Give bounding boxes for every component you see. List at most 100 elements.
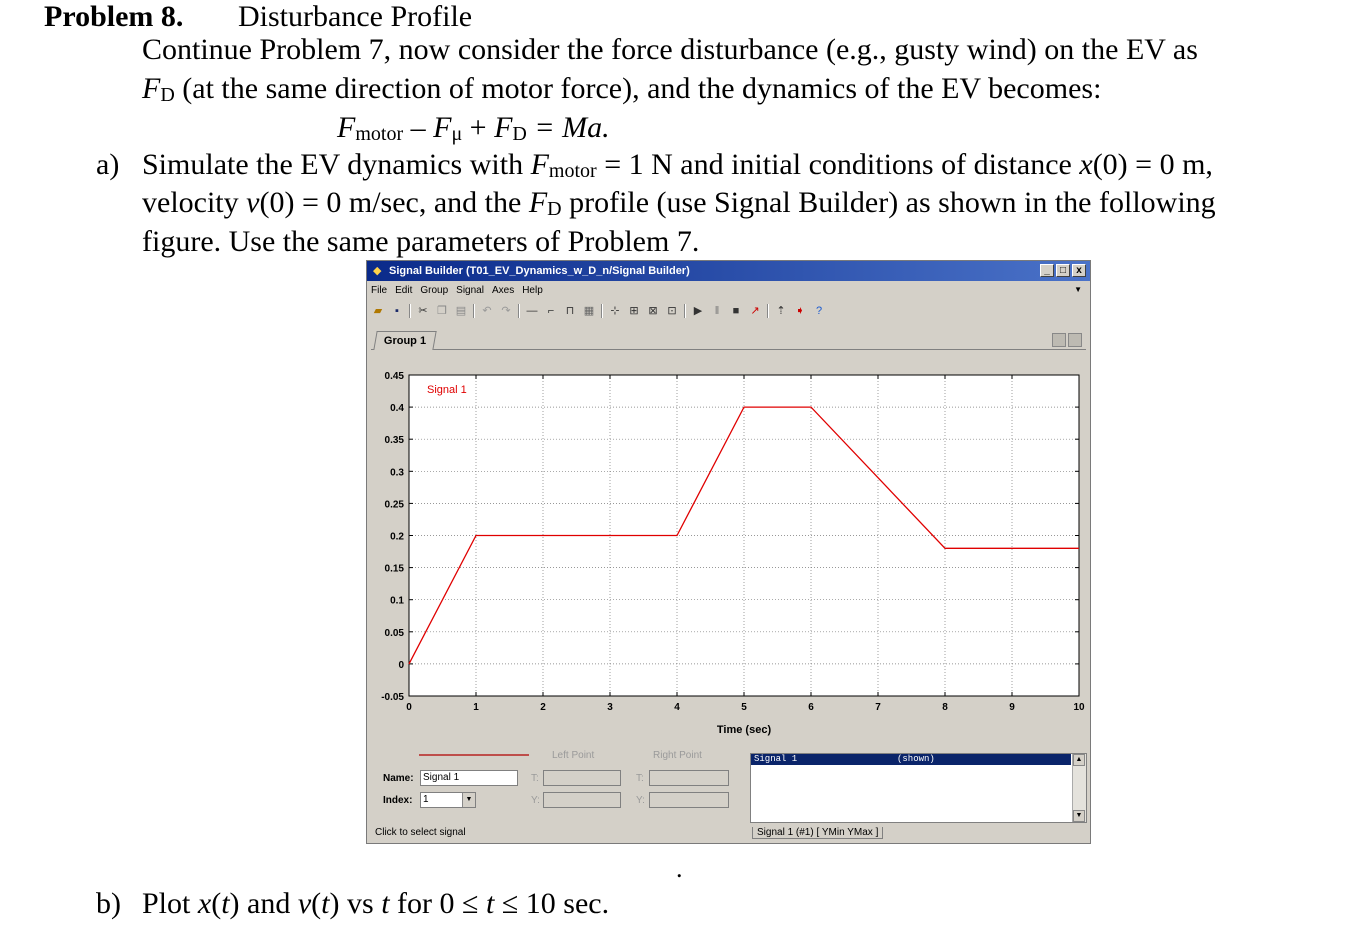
- toolbar: ▰ ▪ ✂ ❐ ▤ ↶ ↷ — ⌐ ⊓ ▦ ⊹ ⊞ ⊠ ⊡ ▶ ‖ ■ ↗ ⇡ …: [371, 301, 826, 321]
- pb-x: x: [197, 887, 212, 920]
- signal-builder-icon: ◆: [373, 265, 382, 277]
- menu-help[interactable]: Help: [522, 283, 543, 299]
- pulse-icon[interactable]: ⊓: [563, 304, 577, 318]
- pa2-fd-sub: D: [547, 198, 562, 220]
- fd-symbol: F: [142, 72, 161, 105]
- pa1-mid: = 1 N and initial conditions of distance: [596, 148, 1080, 181]
- x-tick-label: 4: [674, 702, 680, 713]
- signal-copy-icon[interactable]: ⊞: [627, 304, 641, 318]
- signal-list[interactable]: Signal 1 (shown) ▲ ▼: [750, 753, 1087, 823]
- tab-scroll-controls[interactable]: [1052, 333, 1082, 347]
- scope-icon[interactable]: ↗: [748, 304, 762, 318]
- signal-list-scrollbar[interactable]: ▲ ▼: [1072, 754, 1086, 822]
- constant-icon[interactable]: —: [525, 304, 539, 318]
- signal-add-icon[interactable]: ⊹: [608, 304, 622, 318]
- left-point-y-field[interactable]: [543, 792, 621, 808]
- export-icon[interactable]: ➧: [793, 304, 807, 318]
- eq-fd-sub: D: [512, 123, 527, 145]
- part-b-label: b): [96, 887, 121, 920]
- signal-list-item[interactable]: Signal 1 (shown): [751, 754, 1071, 765]
- right-point-label: Right Point: [653, 750, 702, 761]
- x-tick-label: 5: [741, 702, 747, 713]
- play-icon[interactable]: ▶: [691, 304, 705, 318]
- pa2-v: velocity: [142, 186, 247, 219]
- undo-icon[interactable]: ↶: [480, 304, 494, 318]
- paste-icon[interactable]: ▤: [454, 304, 468, 318]
- left-point-t-field[interactable]: [543, 770, 621, 786]
- signal-builder-window: ◆ Signal Builder (T01_EV_Dynamics_w_D_n/…: [366, 260, 1091, 844]
- tab-group-1-label: Group 1: [383, 335, 427, 347]
- menu-overflow-icon[interactable]: ▼: [1074, 285, 1082, 294]
- pause-icon[interactable]: ‖: [710, 304, 724, 318]
- tab-scroll-left[interactable]: [1052, 333, 1066, 347]
- pb-t3: t: [381, 887, 390, 920]
- menu-axes[interactable]: Axes: [492, 283, 514, 299]
- close-button[interactable]: x: [1072, 264, 1086, 277]
- window-title: Signal Builder (T01_EV_Dynamics_w_D_n/Si…: [389, 265, 690, 277]
- y-tick-label: 0.2: [390, 532, 404, 543]
- redo-icon[interactable]: ↷: [499, 304, 513, 318]
- title-bar[interactable]: ◆ Signal Builder (T01_EV_Dynamics_w_D_n/…: [367, 261, 1090, 281]
- pa1-x: x: [1079, 148, 1093, 181]
- intro-line-2: FD (at the same direction of motor force…: [142, 72, 1101, 112]
- menu-file[interactable]: File: [371, 283, 387, 299]
- status-hint: Click to select signal: [375, 827, 466, 838]
- signal-del-icon[interactable]: ⊠: [646, 304, 660, 318]
- x-tick-label: 7: [875, 702, 881, 713]
- import-icon[interactable]: ⇡: [774, 304, 788, 318]
- right-t-label: T:: [636, 773, 644, 784]
- left-point-label: Left Point: [552, 750, 595, 761]
- signal-index-select[interactable]: 1 ▼: [420, 792, 476, 808]
- x-tick-label: 10: [1073, 702, 1085, 713]
- signal-name-field[interactable]: Signal 1: [420, 770, 518, 786]
- x-tick-label: 8: [942, 702, 948, 713]
- group-tab-strip: Group 1: [371, 331, 1086, 350]
- chevron-down-icon[interactable]: ▼: [462, 793, 475, 807]
- menu-edit[interactable]: Edit: [395, 283, 412, 299]
- step-icon[interactable]: ⌐: [544, 304, 558, 318]
- help-icon[interactable]: ?: [812, 304, 826, 318]
- problem-title: Disturbance Profile: [238, 0, 473, 33]
- scroll-up-icon[interactable]: ▲: [1073, 754, 1085, 766]
- pa1-pre: Simulate the EV dynamics with: [142, 148, 531, 181]
- table-icon[interactable]: ▦: [582, 304, 596, 318]
- signal-list-item-status: (shown): [897, 754, 935, 764]
- toolbar-separator: [601, 304, 603, 318]
- minimize-button[interactable]: _: [1040, 264, 1054, 277]
- tab-group-1[interactable]: Group 1: [373, 331, 437, 350]
- save-icon[interactable]: ▪: [390, 304, 404, 318]
- copy-icon[interactable]: ❐: [435, 304, 449, 318]
- status-signal-info: Signal 1 (#1) [ YMin YMax ]: [752, 827, 884, 839]
- pb-range-pre: for 0 ≤: [389, 887, 486, 920]
- index-label: Index:: [383, 795, 413, 806]
- pa2-vi: v: [246, 186, 260, 219]
- tab-scroll-right[interactable]: [1068, 333, 1082, 347]
- signal-plot[interactable]: 0.450.40.350.30.250.20.150.10.050-0.05 0…: [367, 359, 1090, 749]
- x-tick-label: 2: [540, 702, 546, 713]
- y-tick-label: 0.05: [385, 628, 405, 639]
- x-tick-label: 6: [808, 702, 814, 713]
- menu-group[interactable]: Group: [420, 283, 448, 299]
- part-b-text: Plot x(t) and v(t) vs t for 0 ≤ t ≤ 10 s…: [142, 887, 610, 920]
- maximize-button[interactable]: □: [1056, 264, 1070, 277]
- scroll-down-icon[interactable]: ▼: [1073, 810, 1085, 822]
- part-a-label: a): [96, 148, 120, 181]
- right-point-t-field[interactable]: [649, 770, 729, 786]
- fd-subscript: D: [160, 84, 175, 106]
- y-tick-label: -0.05: [381, 692, 404, 703]
- toolbar-separator: [767, 304, 769, 318]
- problem-number: Problem 8.: [44, 0, 184, 33]
- pb-and: ) and: [229, 887, 298, 920]
- menu-signal[interactable]: Signal: [456, 283, 484, 299]
- stop-icon[interactable]: ■: [729, 304, 743, 318]
- left-y-label: Y:: [531, 795, 540, 806]
- stray-dot: .: [676, 854, 683, 883]
- dynamics-equation: Fmotor – Fμ + FD = Ma.: [337, 111, 610, 151]
- open-icon[interactable]: ▰: [371, 304, 385, 318]
- signal-props-icon[interactable]: ⊡: [665, 304, 679, 318]
- right-point-y-field[interactable]: [649, 792, 729, 808]
- pb-t1: t: [221, 887, 230, 920]
- eq-f: F: [337, 111, 356, 144]
- pb-vs: ) vs: [329, 887, 382, 920]
- cut-icon[interactable]: ✂: [416, 304, 430, 318]
